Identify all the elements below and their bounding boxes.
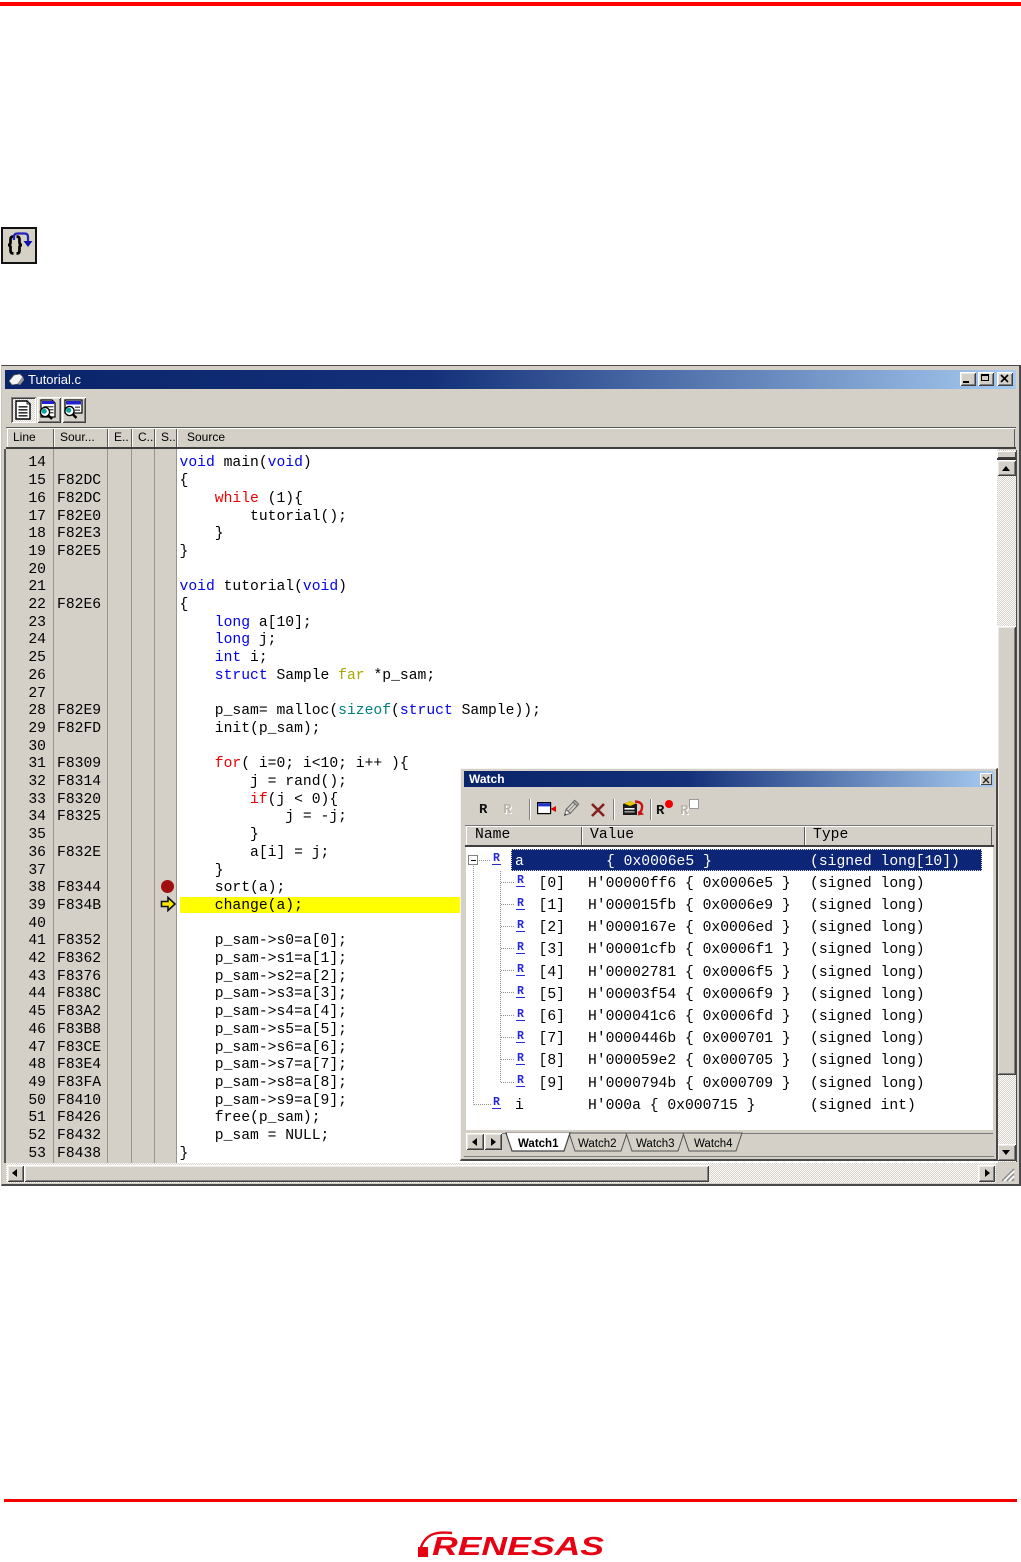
svg-text:Watch3: Watch3 [636,1138,675,1150]
svg-text:RENESAS: RENESAS [432,1531,605,1561]
svg-text:Watch4: Watch4 [694,1138,733,1150]
svg-text:Watch1: Watch1 [518,1138,559,1150]
svg-text:Watch2: Watch2 [578,1138,617,1150]
